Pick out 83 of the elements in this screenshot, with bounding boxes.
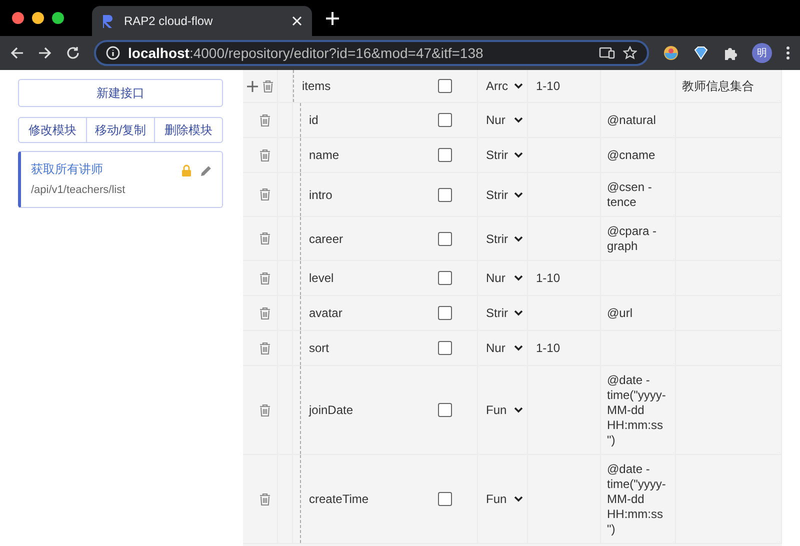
info-icon — [106, 46, 120, 60]
back-icon[interactable] — [10, 46, 24, 60]
browser-tab[interactable]: RAP2 cloud-flow — [92, 6, 312, 36]
type-select[interactable]: Nur — [478, 103, 527, 137]
required-checkbox[interactable] — [438, 79, 452, 93]
new-tab-icon[interactable] — [326, 12, 339, 24]
diamond-icon[interactable] — [693, 45, 709, 61]
type-select[interactable]: Arrc — [478, 70, 527, 102]
required-checkbox[interactable] — [438, 232, 452, 246]
required-checkbox[interactable] — [438, 306, 452, 320]
delete-icon[interactable] — [259, 342, 271, 354]
chevron-down-icon — [514, 496, 523, 502]
install-app-icon[interactable] — [599, 47, 615, 59]
edit-icon[interactable] — [200, 164, 212, 176]
tab-title: RAP2 cloud-flow — [124, 13, 214, 30]
close-icon[interactable] — [292, 16, 302, 26]
chevron-down-icon — [514, 407, 523, 413]
type-select[interactable]: Nur — [478, 261, 527, 295]
minimize-window-button[interactable] — [32, 12, 44, 24]
chevron-down-icon — [514, 345, 523, 351]
chevron-down-icon — [514, 152, 523, 158]
type-select[interactable]: Fun — [478, 455, 527, 543]
property-name: items — [302, 78, 331, 95]
interface-name: 获取所有讲师 — [31, 161, 104, 178]
type-select[interactable]: Strir — [478, 138, 527, 172]
required-checkbox[interactable] — [438, 403, 452, 417]
puzzle-icon[interactable] — [723, 46, 738, 60]
app-logo-icon — [102, 14, 114, 28]
chevron-down-icon — [514, 192, 523, 198]
address-bar[interactable]: localhost:4000/repository/editor?id=16&mod=47&itf=138 — [94, 40, 649, 66]
rule-text: 1-10 — [536, 78, 560, 95]
interface-path: /api/v1/teachers/list — [31, 183, 126, 198]
property-name: intro — [309, 186, 332, 204]
url-text: localhost:4000/repository/editor?id=16&mod=47&itf=138 — [128, 44, 484, 63]
property-name: name — [309, 147, 340, 164]
type-select[interactable]: Nur — [478, 331, 527, 365]
property-name: avatar — [309, 305, 342, 322]
chevron-down-icon — [514, 236, 523, 242]
required-checkbox[interactable] — [438, 271, 452, 285]
module-button[interactable]: 删除模块 — [155, 117, 223, 143]
delete-icon[interactable] — [262, 80, 274, 92]
property-name: id — [309, 112, 318, 129]
type-select[interactable]: Fun — [478, 366, 527, 454]
property-name: sort — [309, 340, 330, 357]
delete-icon[interactable] — [259, 492, 271, 506]
chevron-down-icon — [514, 117, 523, 123]
type-select[interactable]: Strir — [478, 296, 527, 330]
delete-icon[interactable] — [259, 404, 271, 416]
chevron-down-icon — [514, 275, 523, 281]
delete-icon[interactable] — [259, 148, 271, 162]
property-name: joinDate — [309, 402, 354, 419]
chevron-down-icon — [514, 310, 523, 316]
new-interface-button[interactable]: 新建接口 — [18, 79, 223, 107]
delete-icon[interactable] — [259, 272, 271, 284]
required-checkbox[interactable] — [438, 492, 452, 506]
delete-icon[interactable] — [259, 188, 271, 201]
forward-icon[interactable] — [38, 46, 52, 60]
star-icon[interactable] — [623, 46, 637, 60]
module-button[interactable]: 移动/复制 — [87, 117, 155, 143]
rule-text: 1-10 — [536, 270, 560, 287]
required-checkbox[interactable] — [438, 113, 452, 127]
property-name: createTime — [309, 491, 369, 508]
close-window-button[interactable] — [12, 12, 24, 24]
module-button[interactable]: 修改模块 — [18, 117, 87, 143]
delete-icon[interactable] — [259, 232, 271, 245]
reload-icon[interactable] — [66, 46, 80, 60]
profile-avatar[interactable]: 明 — [752, 43, 772, 63]
delete-icon[interactable] — [259, 114, 271, 126]
chevron-down-icon — [514, 83, 523, 89]
required-checkbox[interactable] — [438, 148, 452, 162]
type-select[interactable]: Strir — [478, 217, 527, 260]
required-checkbox[interactable] — [438, 341, 452, 355]
interface-item[interactable]: 获取所有讲师 /api/v1/teachers/list — [18, 151, 223, 208]
property-name: level — [309, 270, 334, 287]
add-icon[interactable] — [246, 80, 258, 92]
property-name: career — [309, 230, 344, 248]
extension-icon[interactable] — [663, 45, 679, 61]
type-select[interactable]: Strir — [478, 173, 527, 216]
zoom-window-button[interactable] — [52, 12, 64, 24]
menu-icon[interactable] — [786, 46, 790, 60]
delete-icon[interactable] — [259, 306, 271, 320]
rule-text: 1-10 — [536, 340, 560, 357]
required-checkbox[interactable] — [438, 188, 452, 202]
